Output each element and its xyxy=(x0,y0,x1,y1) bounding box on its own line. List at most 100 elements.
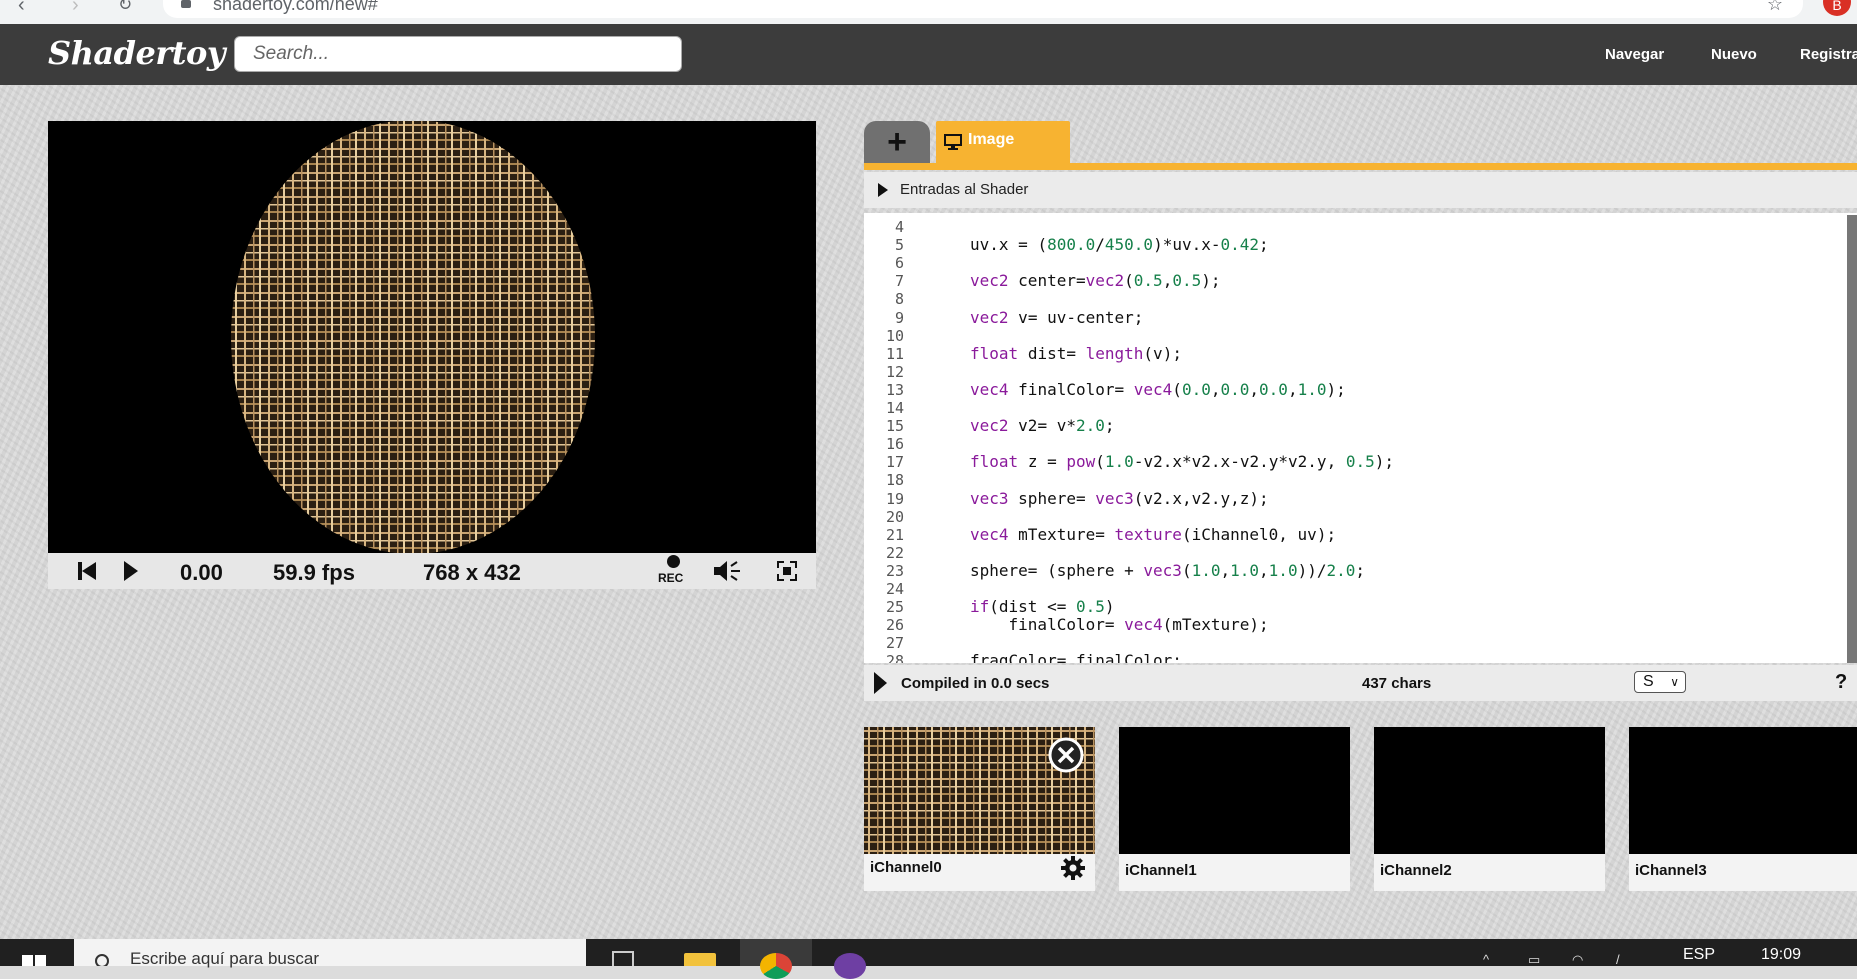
code-line[interactable]: 23 sphere= (sphere + vec3(1.0,1.0,1.0))/2… xyxy=(864,560,1854,580)
help-button[interactable]: ? xyxy=(1835,671,1847,694)
code-line[interactable]: 4 xyxy=(864,218,1854,236)
code-editor[interactable]: 4 5 uv.x = (800.0/450.0)*uv.x-0.42; 6 7 vec2 … xyxy=(864,213,1857,663)
fullscreen-icon[interactable] xyxy=(776,560,798,582)
code-text: if(dist <= 0.5) xyxy=(970,597,1115,617)
code-line[interactable]: 7 vec2 center=vec2(0.5,0.5); xyxy=(864,271,1854,291)
back-icon[interactable]: ‹ xyxy=(18,0,25,17)
code-line[interactable]: 5 uv.x = (800.0/450.0)*uv.x-0.42; xyxy=(864,236,1854,255)
line-number: 28 xyxy=(885,652,904,663)
close-icon[interactable] xyxy=(1048,737,1084,773)
code-line[interactable]: 26 finalColor= vec4(mTexture); xyxy=(864,616,1854,635)
line-number: 8 xyxy=(894,290,904,309)
file-explorer-icon[interactable] xyxy=(684,953,716,966)
code-line[interactable]: 13 vec4 finalColor= vec4(0.0,0.0,0.0,1.0)… xyxy=(864,380,1854,399)
code-text: vec3 sphere= vec3(v2.x,v2.y,z); xyxy=(970,488,1269,508)
taskbar-search-text: Escribe aquí para buscar xyxy=(130,949,319,968)
shader-inputs-bar[interactable]: Entradas al Shader xyxy=(864,172,1857,208)
expand-arrow-icon xyxy=(878,183,888,197)
language-indicator[interactable]: ESP xyxy=(1683,946,1715,964)
compile-arrow-icon[interactable] xyxy=(874,672,887,694)
line-number: 25 xyxy=(885,598,904,617)
tab-underline xyxy=(864,163,1857,170)
code-text: vec2 v2= v*2.0; xyxy=(970,416,1115,436)
code-line[interactable]: 15 vec2 v2= v*2.0; xyxy=(864,416,1854,436)
font-size-select[interactable]: S ∨ xyxy=(1634,671,1686,693)
address-text: shadertoy.com/new# xyxy=(213,0,378,14)
address-bar[interactable]: shadertoy.com/new# ☆ xyxy=(163,0,1803,18)
line-number: 10 xyxy=(885,326,904,345)
editor-status-bar: Compiled in 0.0 secs 437 chars S ∨ ? xyxy=(864,665,1857,701)
code-line[interactable]: 6 xyxy=(864,254,1854,272)
play-icon[interactable] xyxy=(124,561,138,581)
line-number: 18 xyxy=(885,471,904,490)
code-line[interactable]: 17 float z = pow(1.0-v2.x*v2.x-v2.y*v2.y,… xyxy=(864,452,1854,472)
code-line[interactable]: 10 xyxy=(864,327,1854,345)
channel-0[interactable]: iChannel0 xyxy=(864,727,1095,891)
char-count: 437 chars xyxy=(1362,675,1432,692)
pen-icon[interactable]: / xyxy=(1616,952,1620,967)
nav-nuevo[interactable]: Nuevo xyxy=(1711,46,1757,63)
tab-image[interactable]: Image xyxy=(936,121,1070,163)
profile-avatar[interactable]: B xyxy=(1823,0,1851,16)
app-icon[interactable] xyxy=(834,953,866,979)
channel-3[interactable]: iChannel3 xyxy=(1629,727,1857,891)
site-logo[interactable]: Shadertoy xyxy=(48,34,225,72)
search-input[interactable] xyxy=(234,36,682,72)
channel-3-thumbnail[interactable] xyxy=(1629,727,1857,854)
shader-canvas[interactable] xyxy=(48,120,816,554)
code-line[interactable]: 12 xyxy=(864,363,1854,381)
code-line[interactable]: 16 xyxy=(864,435,1854,453)
line-number: 9 xyxy=(894,308,904,327)
windows-start-icon[interactable] xyxy=(22,955,46,966)
code-text: sphere= (sphere + vec3(1.0,1.0,1.0))/2.0… xyxy=(970,560,1366,580)
code-line[interactable]: 9 vec2 v= uv-center; xyxy=(864,308,1854,327)
line-number: 23 xyxy=(885,561,904,580)
code-text: vec2 center=vec2(0.5,0.5); xyxy=(970,271,1221,291)
line-number: 27 xyxy=(885,634,904,653)
channel-1-label: iChannel1 xyxy=(1125,862,1197,879)
code-text: float dist= length(v); xyxy=(970,343,1182,363)
code-text: float z = pow(1.0-v2.x*v2.x-v2.y*v2.y, 0… xyxy=(970,452,1394,472)
nav-registrar[interactable]: Registra xyxy=(1800,46,1857,63)
code-line[interactable]: 8 xyxy=(864,290,1854,308)
forward-icon[interactable]: › xyxy=(72,0,79,17)
resolution-readout: 768 x 432 xyxy=(423,560,521,585)
code-line[interactable]: 20 xyxy=(864,508,1854,526)
code-line[interactable]: 25 if(dist <= 0.5) xyxy=(864,597,1854,617)
volume-icon[interactable] xyxy=(714,560,742,582)
channel-2[interactable]: iChannel2 xyxy=(1374,727,1605,891)
code-line[interactable]: 21 vec4 mTexture= texture(iChannel0, uv); xyxy=(864,525,1854,544)
code-line[interactable]: 27 xyxy=(864,634,1854,652)
code-line[interactable]: 22 xyxy=(864,544,1854,562)
channel-1[interactable]: iChannel1 xyxy=(1119,727,1350,891)
code-line[interactable]: 19 vec3 sphere= vec3(v2.x,v2.y,z); xyxy=(864,488,1854,508)
task-view-icon[interactable] xyxy=(612,951,634,966)
code-line[interactable]: 28 fragColor= finalColor; xyxy=(864,652,1854,663)
gear-icon[interactable] xyxy=(1060,855,1086,881)
scrollbar-thumb[interactable] xyxy=(1847,215,1857,663)
code-line[interactable]: 18 xyxy=(864,471,1854,489)
font-size-value: S xyxy=(1643,673,1654,690)
nav-navegar[interactable]: Navegar xyxy=(1605,46,1664,63)
rewind-icon[interactable] xyxy=(78,562,96,580)
taskbar-search[interactable]: Escribe aquí para buscar xyxy=(74,939,586,968)
record-button[interactable]: REC xyxy=(658,555,688,587)
channel-2-thumbnail[interactable] xyxy=(1374,727,1605,854)
code-line[interactable]: 11 float dist= length(v); xyxy=(864,343,1854,363)
channel-1-thumbnail[interactable] xyxy=(1119,727,1350,854)
search-icon xyxy=(95,954,109,966)
bookmark-star-icon[interactable]: ☆ xyxy=(1767,0,1783,15)
line-number: 12 xyxy=(885,362,904,381)
line-number: 11 xyxy=(885,344,904,363)
code-line[interactable]: 14 xyxy=(864,399,1854,417)
channel-0-label: iChannel0 xyxy=(870,859,942,876)
add-tab-button[interactable]: + xyxy=(864,121,930,163)
clock[interactable]: 19:09 xyxy=(1761,946,1801,964)
time-readout: 0.00 xyxy=(180,560,223,585)
tray-chevron-icon[interactable]: ^ xyxy=(1483,952,1489,967)
reload-icon[interactable]: ↻ xyxy=(118,0,132,15)
record-icon xyxy=(667,555,680,568)
chrome-taskbar-item[interactable] xyxy=(740,939,812,979)
code-scrollbar[interactable] xyxy=(1847,215,1857,663)
code-line[interactable]: 24 xyxy=(864,580,1854,598)
